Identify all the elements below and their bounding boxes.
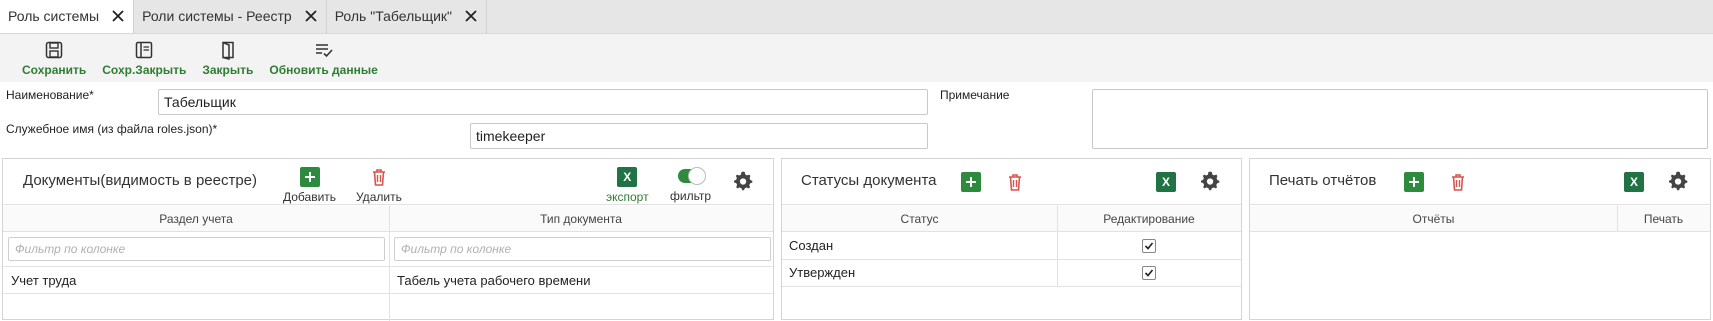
add-report-button[interactable]: [1404, 172, 1424, 192]
filter-doctype-input[interactable]: Фильтр по колонке: [394, 237, 771, 261]
editable-checkbox[interactable]: [1142, 239, 1156, 253]
save-close-icon: [136, 41, 153, 58]
export-label: экспорт: [606, 190, 649, 204]
close-icon[interactable]: [111, 9, 125, 23]
tab-role[interactable]: Роль системы: [0, 0, 135, 33]
status-row-name[interactable]: Создан: [789, 232, 833, 259]
note-field[interactable]: [1092, 89, 1708, 149]
plus-icon: [299, 167, 320, 187]
column-reports[interactable]: Отчёты: [1250, 206, 1617, 232]
row-divider: [782, 286, 1241, 287]
excel-icon: X: [617, 167, 638, 187]
column-divider: [1057, 206, 1058, 286]
excel-icon: X: [1624, 172, 1644, 192]
service-name-field[interactable]: timekeeper: [470, 123, 928, 149]
gear-icon: [1201, 171, 1220, 191]
trash-icon: [1448, 172, 1468, 192]
settings-button[interactable]: [733, 171, 754, 192]
column-status[interactable]: Статус: [782, 206, 1057, 232]
service-name-label: Служебное имя (из файла roles.json)*: [6, 122, 218, 136]
tab-label: Роли системы - Реестр: [142, 8, 292, 24]
gear-icon: [734, 171, 753, 191]
refresh-label: Обновить данные: [269, 62, 378, 77]
refresh-button[interactable]: Обновить данные: [261, 34, 385, 82]
column-divider: [389, 206, 390, 321]
column-doc-type[interactable]: Тип документа: [389, 206, 773, 232]
trash-icon: [1005, 172, 1025, 192]
documents-title: Документы(видимость в реестре): [23, 172, 258, 189]
plus-icon: [961, 172, 981, 192]
reports-panel: Печать отчётов X Отчёты Печать: [1249, 158, 1711, 320]
filter-toggle[interactable]: фильтр: [670, 167, 712, 203]
table-row-section[interactable]: Учет труда: [11, 267, 76, 293]
statuses-title: Статусы документа: [801, 172, 937, 189]
export-statuses-button[interactable]: X: [1156, 172, 1176, 192]
close-icon[interactable]: [304, 9, 318, 23]
add-label: Добавить: [283, 190, 337, 204]
save-close-button[interactable]: Сохр.Закрыть: [94, 34, 194, 82]
filter-label: фильтр: [670, 189, 712, 203]
delete-status-button[interactable]: [1005, 172, 1025, 192]
toggle-switch[interactable]: [677, 167, 706, 185]
settings-button[interactable]: [1668, 171, 1689, 192]
delete-report-button[interactable]: [1448, 172, 1468, 192]
add-status-button[interactable]: [961, 172, 981, 192]
column-editable[interactable]: Редактирование: [1057, 206, 1241, 232]
list-check-icon: [315, 43, 333, 57]
export-reports-button[interactable]: X: [1624, 172, 1644, 192]
documents-header: Документы(видимость в реестре) Добавить …: [3, 159, 773, 205]
tab-label: Роль "Табельщик": [334, 8, 452, 24]
plus-icon: [1404, 172, 1424, 192]
status-row-name[interactable]: Утвержден: [789, 259, 855, 286]
save-label: Сохранить: [22, 62, 87, 77]
add-document-button[interactable]: Добавить: [283, 167, 336, 204]
close-button[interactable]: Закрыть: [194, 34, 261, 82]
toolbar: Сохранить Сохр.Закрыть Закрыть Обновить …: [0, 34, 1713, 82]
delete-label: Удалить: [356, 190, 402, 204]
documents-panel: Документы(видимость в реестре) Добавить …: [2, 158, 774, 321]
editable-checkbox[interactable]: [1142, 266, 1156, 280]
save-button[interactable]: Сохранить: [14, 34, 94, 82]
settings-button[interactable]: [1200, 171, 1221, 192]
export-button[interactable]: X экспорт: [606, 167, 649, 204]
column-print[interactable]: Печать: [1617, 206, 1710, 232]
name-label: Наименование*: [6, 88, 94, 102]
filter-section-input[interactable]: Фильтр по колонке: [8, 237, 385, 261]
role-form: Наименование* Табельщик Служебное имя (и…: [0, 82, 1713, 156]
gear-icon: [1669, 171, 1688, 191]
floppy-icon: [45, 41, 63, 58]
delete-document-button[interactable]: Удалить: [356, 167, 402, 204]
column-divider: [1617, 206, 1618, 232]
statuses-header: Статусы документа X: [782, 159, 1241, 205]
tab-role-timekeeper[interactable]: Роль "Табельщик": [326, 0, 487, 33]
statuses-panel: Статусы документа X Статус Редактировани…: [781, 158, 1242, 320]
trash-icon: [369, 167, 389, 187]
door-icon: [222, 41, 234, 60]
tab-roles-registry[interactable]: Роли системы - Реестр: [134, 0, 327, 33]
tab-bar: Роль системы Роли системы - Реестр Роль …: [0, 0, 1713, 34]
save-close-label: Сохр.Закрыть: [102, 62, 187, 77]
table-row-doc-type[interactable]: Табель учета рабочего времени: [397, 267, 591, 293]
name-field[interactable]: Табельщик: [158, 89, 928, 115]
excel-icon: X: [1156, 172, 1176, 192]
close-label: Закрыть: [202, 62, 254, 77]
close-icon[interactable]: [464, 9, 478, 23]
note-label: Примечание: [940, 88, 1010, 102]
column-section[interactable]: Раздел учета: [3, 206, 389, 232]
reports-header: Печать отчётов X: [1250, 159, 1710, 205]
row-divider: [3, 293, 773, 294]
row-divider: [3, 266, 773, 267]
reports-title: Печать отчётов: [1269, 172, 1377, 189]
tab-label: Роль системы: [8, 8, 100, 24]
